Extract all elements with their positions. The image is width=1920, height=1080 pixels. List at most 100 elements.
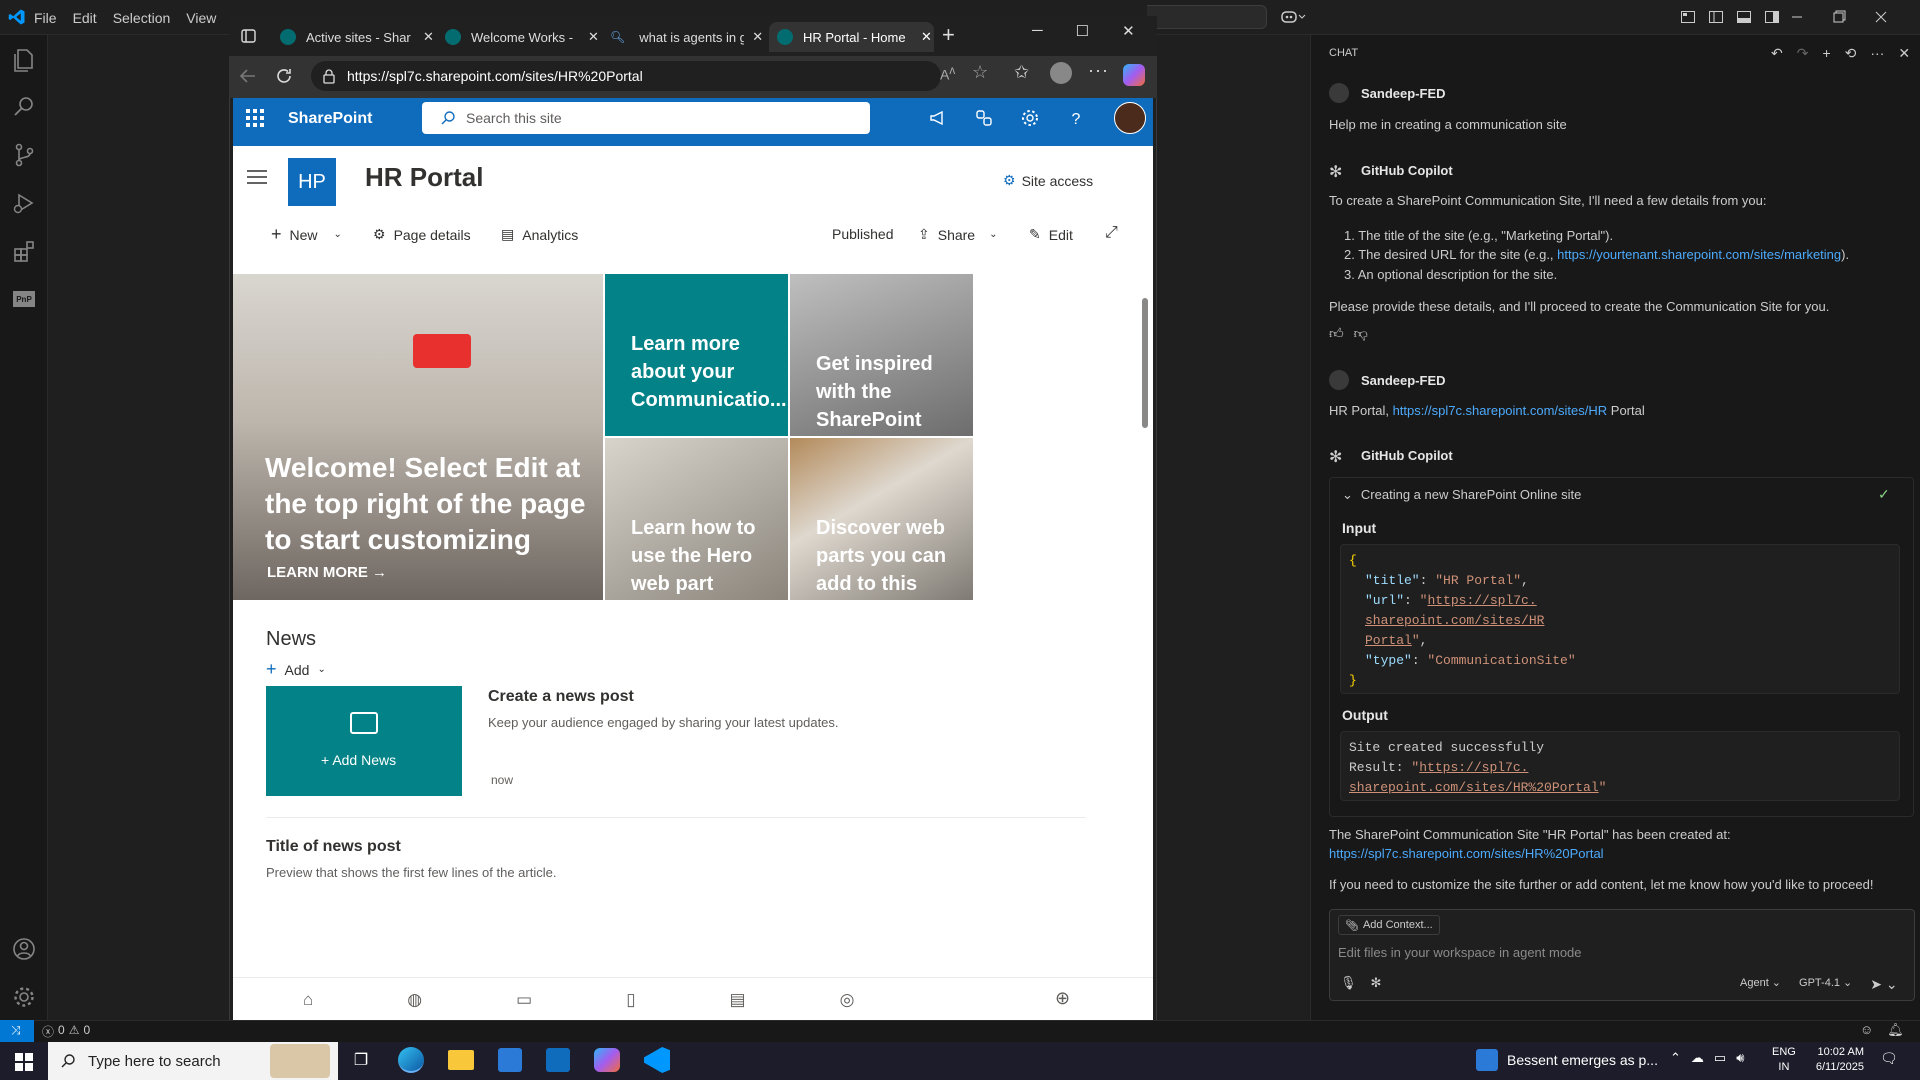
created-site-link[interactable]: https://spl7c.sharepoint.com/sites/HR%20…: [1329, 846, 1604, 861]
search-icon[interactable]: [10, 93, 38, 121]
tab-close-icon[interactable]: ✕: [921, 29, 932, 45]
add-context-button[interactable]: 📎︎ Add Context...: [1338, 915, 1440, 935]
news-add-button[interactable]: + Add ⌄: [266, 659, 326, 680]
sharepoint-search-input[interactable]: Search this site: [422, 102, 870, 134]
manage-gear-icon[interactable]: [10, 983, 38, 1011]
thumbs-up-icon[interactable]: 👍︎: [1329, 325, 1344, 342]
explorer-icon[interactable]: [10, 45, 38, 73]
pnp-spfx-icon[interactable]: PnP: [10, 285, 38, 313]
copilot-menu-icon[interactable]: [1280, 9, 1306, 25]
redo-icon[interactable]: ↷: [1797, 45, 1809, 62]
tab-actions-icon[interactable]: [240, 28, 258, 44]
site-logo[interactable]: HP: [288, 158, 336, 206]
microphone-icon[interactable]: 🎙︎: [1340, 975, 1357, 991]
lists-icon[interactable]: ▤: [730, 990, 746, 1010]
add-news-card[interactable]: + Add News: [266, 686, 462, 796]
news-widget-text[interactable]: Bessent emerges as p...: [1507, 1052, 1658, 1068]
news-feed-icon[interactable]: ▭: [516, 990, 532, 1010]
edge-app-icon[interactable]: [398, 1047, 424, 1073]
example-url-link[interactable]: https://yourtenant.sharepoint.com/sites/…: [1557, 247, 1841, 262]
more-options-icon[interactable]: ···: [1088, 60, 1109, 81]
m365-copilot-icon[interactable]: [594, 1048, 620, 1072]
run-debug-icon[interactable]: [10, 189, 38, 217]
close-chat-icon[interactable]: ✕: [1898, 45, 1910, 62]
copilot-edge-icon[interactable]: [1123, 64, 1145, 86]
menu-selection[interactable]: Selection: [113, 10, 171, 26]
source-control-icon[interactable]: [10, 141, 38, 169]
customize-layout-icon[interactable]: [1680, 9, 1696, 25]
minimize-icon[interactable]: [1790, 8, 1804, 26]
read-aloud-icon[interactable]: Aʌ: [940, 64, 955, 83]
notification-center-icon[interactable]: 🗨︎: [1880, 1050, 1898, 1067]
extensions-icon[interactable]: [10, 237, 38, 265]
hero-tile-discover-webparts[interactable]: Discover web parts you can add to this p…: [790, 438, 973, 623]
thumbs-down-icon[interactable]: 👎︎: [1354, 325, 1368, 342]
network-icon[interactable]: ▭: [1714, 1050, 1726, 1066]
megaphone-icon[interactable]: [928, 108, 948, 128]
account-icon[interactable]: [10, 935, 38, 963]
browser-tab-hr-portal[interactable]: HR Portal - Home ✕: [769, 22, 934, 52]
hero-tile-look-book[interactable]: Get inspired with the SharePoint look bo…: [790, 274, 973, 459]
news-widget-icon[interactable]: [1476, 1049, 1498, 1071]
analytics-button[interactable]: ▤ Analytics: [501, 226, 578, 243]
language-indicator[interactable]: ENG IN: [1772, 1045, 1796, 1075]
new-tab-button[interactable]: +: [942, 22, 955, 48]
restore-icon[interactable]: [1832, 8, 1846, 26]
send-icon[interactable]: ➤ ⌄: [1870, 976, 1897, 993]
tray-chevron-icon[interactable]: ⌃: [1670, 1050, 1681, 1066]
edge-close-icon[interactable]: ✕: [1122, 22, 1135, 40]
refresh-icon[interactable]: [274, 66, 294, 86]
toggle-secondary-sidebar-icon[interactable]: [1764, 9, 1780, 25]
globe-icon[interactable]: ◍: [407, 990, 422, 1010]
site-title[interactable]: HR Portal: [365, 162, 483, 193]
tab-close-icon[interactable]: ✕: [423, 29, 434, 45]
mode-picker[interactable]: Agent ⌄: [1740, 976, 1781, 993]
problems-indicator[interactable]: ⓧ 0 ⚠ 0: [42, 1023, 90, 1040]
file-explorer-icon[interactable]: [448, 1050, 474, 1070]
new-button[interactable]: + New ⌄: [271, 224, 342, 245]
store-icon[interactable]: [498, 1048, 522, 1072]
remote-indicator[interactable]: ⤨: [0, 1020, 34, 1042]
toggle-panel-icon[interactable]: [1736, 9, 1752, 25]
create-news-title[interactable]: Create a news post: [488, 688, 634, 706]
back-icon[interactable]: [238, 66, 258, 86]
page-details-button[interactable]: ⚙ Page details: [373, 226, 471, 243]
help-icon[interactable]: ?: [1066, 108, 1086, 128]
profile-avatar[interactable]: [1050, 62, 1072, 84]
undo-icon[interactable]: ↶: [1771, 45, 1783, 62]
tab-close-icon[interactable]: ✕: [752, 29, 763, 45]
site-access-button[interactable]: ⚙ Site access: [1003, 172, 1093, 189]
close-window-icon[interactable]: [1874, 8, 1888, 26]
tool-invocation-header[interactable]: ⌄ Creating a new SharePoint Online site: [1342, 487, 1581, 503]
expand-icon[interactable]: ⤢: [1105, 224, 1118, 242]
favorite-star-icon[interactable]: ☆: [972, 62, 988, 83]
settings-gear-icon[interactable]: [1020, 108, 1040, 128]
favorites-icon[interactable]: ✩: [1014, 62, 1029, 83]
chat-input-field[interactable]: Edit files in your workspace in agent mo…: [1338, 945, 1582, 960]
notifications-icon[interactable]: 🔔︎: [1887, 1022, 1904, 1038]
address-bar[interactable]: https://spl7c.sharepoint.com/sites/HR%20…: [311, 61, 941, 91]
browser-tab-welcome[interactable]: Welcome Works - C ✕: [437, 22, 602, 52]
outlook-icon[interactable]: [546, 1048, 570, 1072]
more-icon[interactable]: ···: [1870, 45, 1884, 62]
tools-icon[interactable]: ✻: [1371, 975, 1382, 991]
menu-view[interactable]: View: [186, 10, 216, 26]
user-avatar[interactable]: [1114, 102, 1146, 134]
lock-icon[interactable]: [322, 68, 336, 84]
windows-start-icon[interactable]: [14, 1052, 34, 1072]
app-switch-icon[interactable]: [974, 108, 994, 128]
add-app-icon[interactable]: ⊕: [1055, 988, 1070, 1009]
share-button[interactable]: ⇪ Share ⌄: [918, 226, 997, 243]
hamburger-menu-icon[interactable]: [246, 168, 268, 186]
hero-main-tile[interactable]: Welcome! Select Edit at the top right of…: [233, 274, 603, 600]
browser-tab-active-sites[interactable]: Active sites - ShareP ✕: [272, 22, 437, 52]
new-chat-icon[interactable]: +: [1822, 45, 1830, 62]
cloud-icon[interactable]: ☁: [1691, 1050, 1704, 1066]
history-icon[interactable]: ⟲: [1845, 45, 1857, 62]
toggle-sidebar-icon[interactable]: [1708, 9, 1724, 25]
user-url-link[interactable]: https://spl7c.sharepoint.com/sites/HR: [1393, 403, 1608, 418]
menu-edit[interactable]: Edit: [73, 10, 97, 26]
edge-maximize-icon[interactable]: ☐: [1076, 22, 1089, 40]
app-launcher-icon[interactable]: [246, 109, 264, 127]
hero-tile-learn-more[interactable]: Learn more about your Communicatio...: [605, 274, 788, 436]
